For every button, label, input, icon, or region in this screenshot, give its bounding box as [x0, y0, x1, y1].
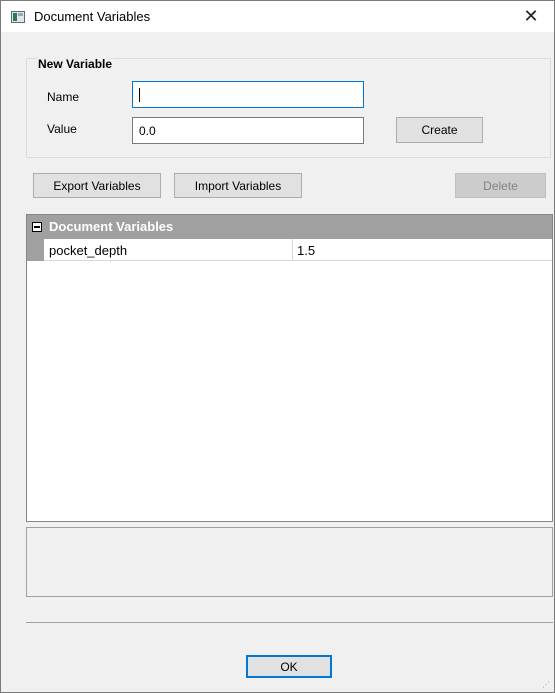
new-variable-group: New Variable Name Value 0.0 Create — [26, 57, 551, 158]
ok-button[interactable]: OK — [246, 655, 332, 678]
variables-property-grid[interactable]: Document Variables pocket_depth 1.5 — [26, 214, 553, 522]
create-button[interactable]: Create — [396, 117, 483, 143]
export-variables-button[interactable]: Export Variables — [33, 173, 161, 198]
footer-separator — [26, 622, 553, 623]
import-variables-button[interactable]: Import Variables — [174, 173, 302, 198]
category-row[interactable]: Document Variables — [27, 215, 552, 239]
category-label: Document Variables — [49, 219, 174, 234]
variable-name: pocket_depth — [49, 243, 128, 258]
app-icon — [11, 11, 25, 23]
title-bar: Document Variables ✕ — [1, 1, 554, 32]
row-margin — [27, 239, 44, 261]
collapse-icon[interactable] — [32, 222, 42, 232]
group-title: New Variable — [37, 57, 114, 71]
column-divider[interactable] — [292, 239, 293, 261]
delete-button: Delete — [455, 173, 546, 198]
description-pane — [26, 527, 553, 597]
close-icon[interactable]: ✕ — [508, 1, 554, 32]
resize-grip-icon[interactable]: ⋰ — [542, 680, 552, 690]
value-input-value: 0.0 — [139, 123, 156, 138]
document-variables-dialog: Document Variables ✕ New Variable Name V… — [0, 0, 555, 693]
variable-value[interactable]: 1.5 — [297, 243, 315, 258]
text-caret — [139, 87, 140, 102]
window-title: Document Variables — [34, 9, 151, 24]
variable-row[interactable]: pocket_depth 1.5 — [27, 239, 552, 261]
value-label: Value — [47, 122, 77, 136]
name-input[interactable] — [132, 81, 364, 108]
value-input[interactable]: 0.0 — [132, 117, 364, 144]
name-label: Name — [47, 90, 80, 104]
